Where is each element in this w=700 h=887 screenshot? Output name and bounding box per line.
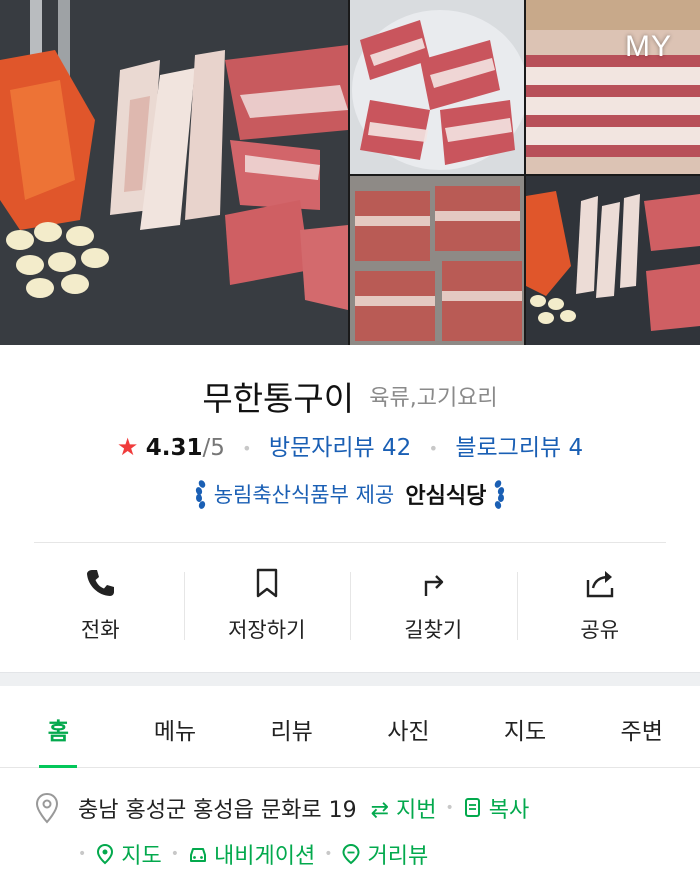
photo-3[interactable] <box>526 0 700 174</box>
share-label: 공유 <box>580 618 620 642</box>
tab-reviews[interactable]: 리뷰 <box>233 686 350 767</box>
navigation-button[interactable]: 내비게이션 <box>188 838 315 870</box>
lot-number-toggle[interactable]: ⇄ 지번 <box>371 792 437 824</box>
car-icon <box>190 848 207 862</box>
rating-score: 4.31 <box>145 435 203 461</box>
my-badge[interactable]: MY <box>625 30 672 64</box>
share-button[interactable]: 공유 <box>516 562 684 652</box>
section-gap <box>0 672 700 686</box>
tab-photos[interactable]: 사진 <box>350 686 467 767</box>
separator-dot: • <box>428 439 439 458</box>
directions-label: 길찾기 <box>404 618 463 642</box>
tab-bar: 홈 메뉴 리뷰 사진 지도 주변 <box>0 686 700 768</box>
address-section: 충남 홍성군 홍성읍 문화로 19 ⇄ 지번 • 복사 • 지도 • 내비게이션… <box>34 792 674 870</box>
blog-reviews-link[interactable]: 블로그리뷰 4 <box>455 435 583 461</box>
photo-main[interactable] <box>0 0 348 345</box>
tab-home[interactable]: 홈 <box>0 686 117 768</box>
safe-restaurant-badge: 안심식당 <box>405 484 487 509</box>
address-text: 충남 홍성군 홍성읍 문화로 19 <box>78 798 357 823</box>
photo-gallery: MY <box>0 0 700 345</box>
star-icon: ★ <box>116 433 139 461</box>
laurel-right-icon <box>495 480 505 509</box>
photo-4[interactable] <box>350 176 524 345</box>
bookmark-icon <box>256 568 277 598</box>
phone-icon <box>87 570 115 596</box>
map-button[interactable]: 지도 <box>95 838 162 870</box>
call-button[interactable]: 전화 <box>17 562 184 652</box>
directions-icon <box>425 575 444 596</box>
share-icon <box>586 571 613 598</box>
visitor-reviews-link[interactable]: 방문자리뷰 42 <box>269 435 411 461</box>
place-name: 무한통구이 <box>202 379 355 418</box>
photo-5[interactable] <box>526 176 700 345</box>
tab-menu[interactable]: 메뉴 <box>117 686 234 767</box>
copy-address-button[interactable]: 복사 <box>463 792 529 824</box>
save-button[interactable]: 저장하기 <box>183 562 351 652</box>
tab-nearby[interactable]: 주변 <box>583 686 700 767</box>
copy-label: 복사 <box>488 798 530 823</box>
separator-dot: • <box>78 846 87 862</box>
call-label: 전화 <box>80 618 120 642</box>
laurel-left-icon <box>195 480 205 509</box>
certification-row[interactable]: 농림축산식품부 제공 안심식당 <box>0 478 700 510</box>
certification-source: 농림축산식품부 제공 <box>213 483 395 507</box>
map-pin-icon <box>97 843 114 865</box>
place-category: 육류,고기요리 <box>369 386 498 411</box>
rating-max: /5 <box>202 435 225 461</box>
street-view-button[interactable]: 거리뷰 <box>341 838 428 870</box>
divider <box>34 542 666 543</box>
separator-dot: • <box>445 800 454 816</box>
photo-2[interactable] <box>350 0 524 174</box>
navigation-label: 내비게이션 <box>214 844 316 869</box>
title-row: 무한통구이 육류,고기요리 <box>0 372 700 420</box>
action-bar: 전화 저장하기 길찾기 공유 <box>17 562 683 652</box>
save-label: 저장하기 <box>228 618 306 642</box>
map-label: 지도 <box>121 844 162 869</box>
street-view-icon <box>342 843 360 865</box>
separator-dot: • <box>324 846 333 862</box>
separator-dot: • <box>242 439 252 458</box>
tab-map[interactable]: 지도 <box>467 686 584 767</box>
location-pin-icon <box>35 792 59 824</box>
directions-button[interactable]: 길찾기 <box>350 562 517 652</box>
copy-icon <box>464 798 480 817</box>
street-view-label: 거리뷰 <box>367 844 429 869</box>
rating-row: ★ 4.31/5 • 방문자리뷰 42 • 블로그리뷰 4 <box>0 428 700 462</box>
separator-dot: • <box>170 846 180 862</box>
